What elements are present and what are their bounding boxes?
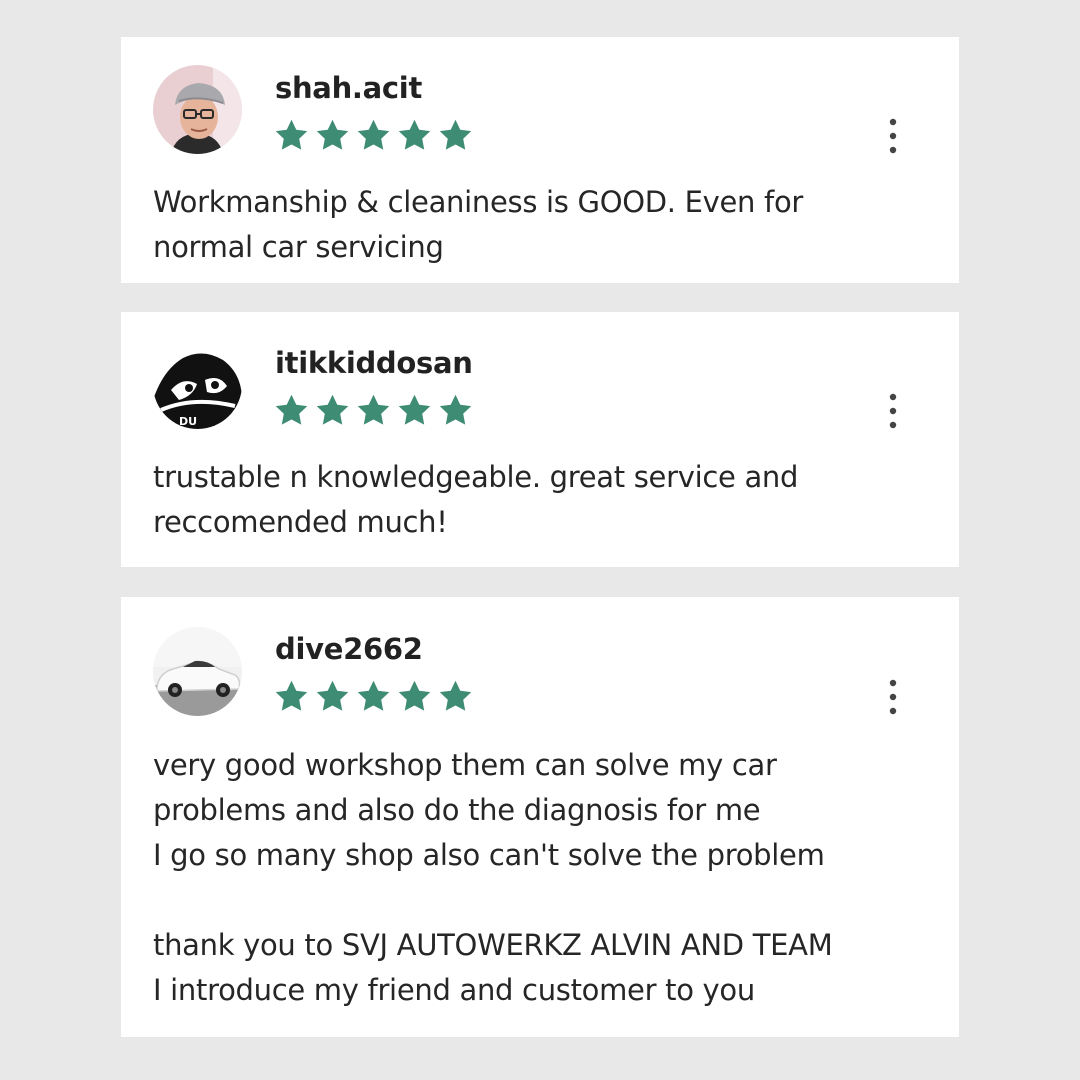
- review-text: very good workshop them can solve my car…: [153, 748, 833, 1007]
- more-vert-icon: [889, 118, 897, 154]
- star-icon: [396, 678, 433, 716]
- reviewer-name[interactable]: itikkiddosan: [275, 346, 473, 380]
- star-icon: [437, 392, 474, 430]
- svg-text:DU: DU: [179, 415, 197, 428]
- star-icon: [314, 117, 351, 155]
- star-icon: [396, 117, 433, 155]
- star-icon: [314, 392, 351, 430]
- more-vert-icon: [889, 393, 897, 429]
- star-icon: [355, 392, 392, 430]
- star-icon: [273, 392, 310, 430]
- more-options-button[interactable]: [873, 389, 913, 433]
- star-icon: [396, 392, 433, 430]
- star-icon: [273, 117, 310, 155]
- review-card: dive2662 very good workshop them can sol…: [121, 597, 959, 1037]
- star-icon: [355, 678, 392, 716]
- review-card: shah.acit Workmanship & cleaniness is GO…: [121, 37, 959, 283]
- review-text: Workmanship & cleaniness is GOOD. Even f…: [153, 185, 804, 264]
- star-icon: [314, 678, 351, 716]
- star-rating: [273, 392, 474, 430]
- star-icon: [273, 678, 310, 716]
- star-rating: [273, 117, 474, 155]
- reviewer-name[interactable]: dive2662: [275, 632, 423, 666]
- star-rating: [273, 678, 474, 716]
- reviewer-name[interactable]: shah.acit: [275, 71, 422, 105]
- star-icon: [437, 117, 474, 155]
- user-avatar[interactable]: [153, 627, 242, 716]
- user-avatar[interactable]: [153, 65, 242, 154]
- more-vert-icon: [889, 679, 897, 715]
- more-options-button[interactable]: [873, 675, 913, 719]
- star-icon: [437, 678, 474, 716]
- more-options-button[interactable]: [873, 114, 913, 158]
- user-avatar[interactable]: DU: [153, 340, 242, 429]
- review-card: DU itikkiddosan trustable n knowledgeabl…: [121, 312, 959, 567]
- star-icon: [355, 117, 392, 155]
- review-text: trustable n knowledgeable. great service…: [153, 460, 799, 539]
